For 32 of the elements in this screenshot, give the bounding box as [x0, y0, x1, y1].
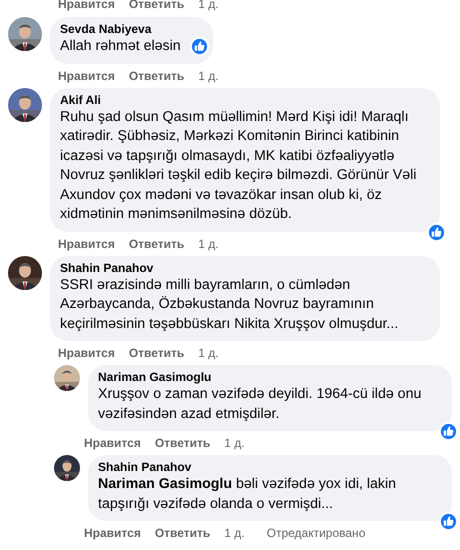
- reply-link[interactable]: Ответить: [128, 236, 184, 250]
- like-link[interactable]: Нравится: [58, 68, 115, 82]
- comment-text: SSRI ərazisində milli bayramların, o cümlədən Azərbaycanda, Özbəkustanda Novruz bayramının keçirilməsinin təşəbbüskarı Nikita Xruşşov olmuşdur...: [60, 276, 400, 334]
- like-link[interactable]: Нравится: [58, 0, 115, 11]
- reply-link[interactable]: Ответить: [128, 68, 184, 82]
- timestamp-link[interactable]: 1 д.: [198, 68, 219, 82]
- comment-text: Allah rəhmət eləsin: [60, 37, 181, 56]
- author-name[interactable]: Shahin Panahov: [60, 260, 428, 276]
- timestamp-link[interactable]: 1 д.: [224, 436, 245, 450]
- like-icon[interactable]: [439, 512, 458, 531]
- comment-text: Ruhu şad olsun Qasım müəllimin! Mərd Kişi idi! Maraqlı xatirədir. Şübhəsiz, Mərkəzi Komitənin Birinci katibinin icazəsi və tapşırığı olmasaydı, MK katibi özfəaliyyətlə Novruz şənlikləri təşkil edib keçirə bilməzdi. Görünür Vəli Axundov çox mədəni və təvazökar insan olub ki, öz xidmətinin mənimsənilməsinə dözüb.: [60, 108, 418, 224]
- timestamp-link[interactable]: 1 д.: [198, 236, 219, 250]
- author-name[interactable]: Shahin Panahov: [98, 460, 440, 475]
- reply-link[interactable]: Ответить: [154, 436, 210, 450]
- edited-label: Отредактировано: [266, 526, 366, 540]
- reply-link[interactable]: Ответить: [154, 526, 210, 540]
- like-link[interactable]: Нравится: [84, 526, 141, 540]
- comment-text: Nariman Gasimoglu bəli vəzifədə yox idi, lakin tapşırığı vəzifədə olanda o vermişdi...: [98, 475, 398, 514]
- like-link[interactable]: Нравится: [58, 346, 115, 360]
- like-link[interactable]: Нравится: [84, 436, 141, 450]
- timestamp-link[interactable]: 1 д.: [224, 526, 245, 540]
- like-icon[interactable]: [190, 36, 209, 56]
- reply-link[interactable]: Ответить: [128, 346, 184, 360]
- comment-text: Xruşşov o zaman vəzifədə deyildi. 1964-cü ildə onu vəzifəsindən azad etmişdilər.: [98, 385, 422, 424]
- timestamp-link[interactable]: 1 д.: [198, 0, 219, 11]
- timestamp-link[interactable]: 1 д.: [198, 346, 219, 360]
- author-name[interactable]: Sevda Nabiyeva: [60, 22, 181, 37]
- like-link[interactable]: Нравится: [58, 236, 115, 250]
- author-name[interactable]: Akif Ali: [60, 92, 428, 108]
- like-icon[interactable]: [439, 422, 458, 441]
- author-name[interactable]: Nariman Gasimoglu: [98, 370, 440, 385]
- like-icon[interactable]: [427, 222, 446, 242]
